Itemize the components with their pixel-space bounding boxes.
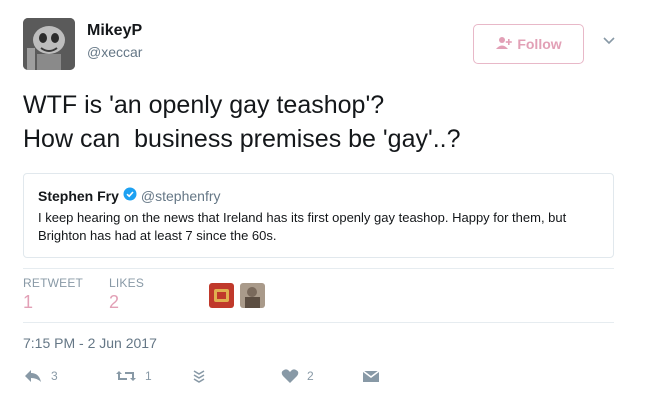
save-to-moment-button[interactable]	[191, 368, 207, 384]
direct-message-button[interactable]	[361, 368, 381, 384]
likes-stat-label: LIKES	[109, 276, 145, 290]
tweet-text-line-2: How can business premises be 'gay'..?	[23, 125, 461, 153]
layers-icon	[191, 368, 207, 384]
retweet-count: 1	[145, 369, 152, 383]
add-user-icon	[495, 36, 513, 53]
follow-button-label: Follow	[517, 36, 562, 52]
reply-count: 3	[51, 369, 58, 383]
quoted-tweet-text: I keep hearing on the news that Ireland …	[38, 210, 567, 243]
retweet-stat-value: 1	[23, 292, 34, 312]
quoted-tweet[interactable]: Stephen Fry @stephenfry I keep hearing o…	[23, 173, 614, 258]
author-display-name[interactable]: MikeyP	[87, 22, 142, 40]
heart-icon	[281, 368, 299, 384]
like-button[interactable]: 2	[281, 368, 314, 384]
divider	[23, 322, 614, 323]
reply-icon	[23, 368, 43, 384]
retweet-button[interactable]: 1	[115, 368, 152, 384]
quoted-tweet-header: Stephen Fry @stephenfry	[38, 187, 599, 204]
tweet-header: MikeyP @xeccar Follow	[23, 18, 627, 70]
author-handle[interactable]: @xeccar	[87, 44, 142, 60]
quoted-author-handle: @stephenfry	[140, 187, 221, 204]
avatar[interactable]	[23, 18, 75, 70]
retweet-icon	[115, 368, 137, 384]
like-count: 2	[307, 369, 314, 383]
likes-stat-value: 2	[109, 292, 120, 312]
chevron-down-icon[interactable]	[601, 32, 617, 48]
divider	[23, 268, 614, 269]
tweet-timestamp[interactable]: 7:15 PM - 2 Jun 2017	[23, 335, 157, 351]
likes-stat[interactable]: LIKES 2	[109, 276, 144, 313]
envelope-icon	[361, 368, 381, 384]
retweet-stat-label: RETWEET	[23, 276, 84, 290]
verified-badge-icon	[123, 187, 137, 204]
tweet-text: WTF is 'an openly gay teashop'? How can …	[23, 88, 623, 156]
liker-avatar[interactable]	[209, 283, 234, 308]
liker-avatar[interactable]	[240, 283, 265, 308]
tweet-actions: 3 1 2	[23, 368, 423, 390]
retweet-stat[interactable]: RETWEET 1	[23, 276, 83, 313]
tweet-text-line-1: WTF is 'an openly gay teashop'?	[23, 91, 385, 119]
follow-button[interactable]: Follow	[473, 24, 584, 64]
quoted-author-name: Stephen Fry	[38, 187, 119, 204]
reply-button[interactable]: 3	[23, 368, 58, 384]
